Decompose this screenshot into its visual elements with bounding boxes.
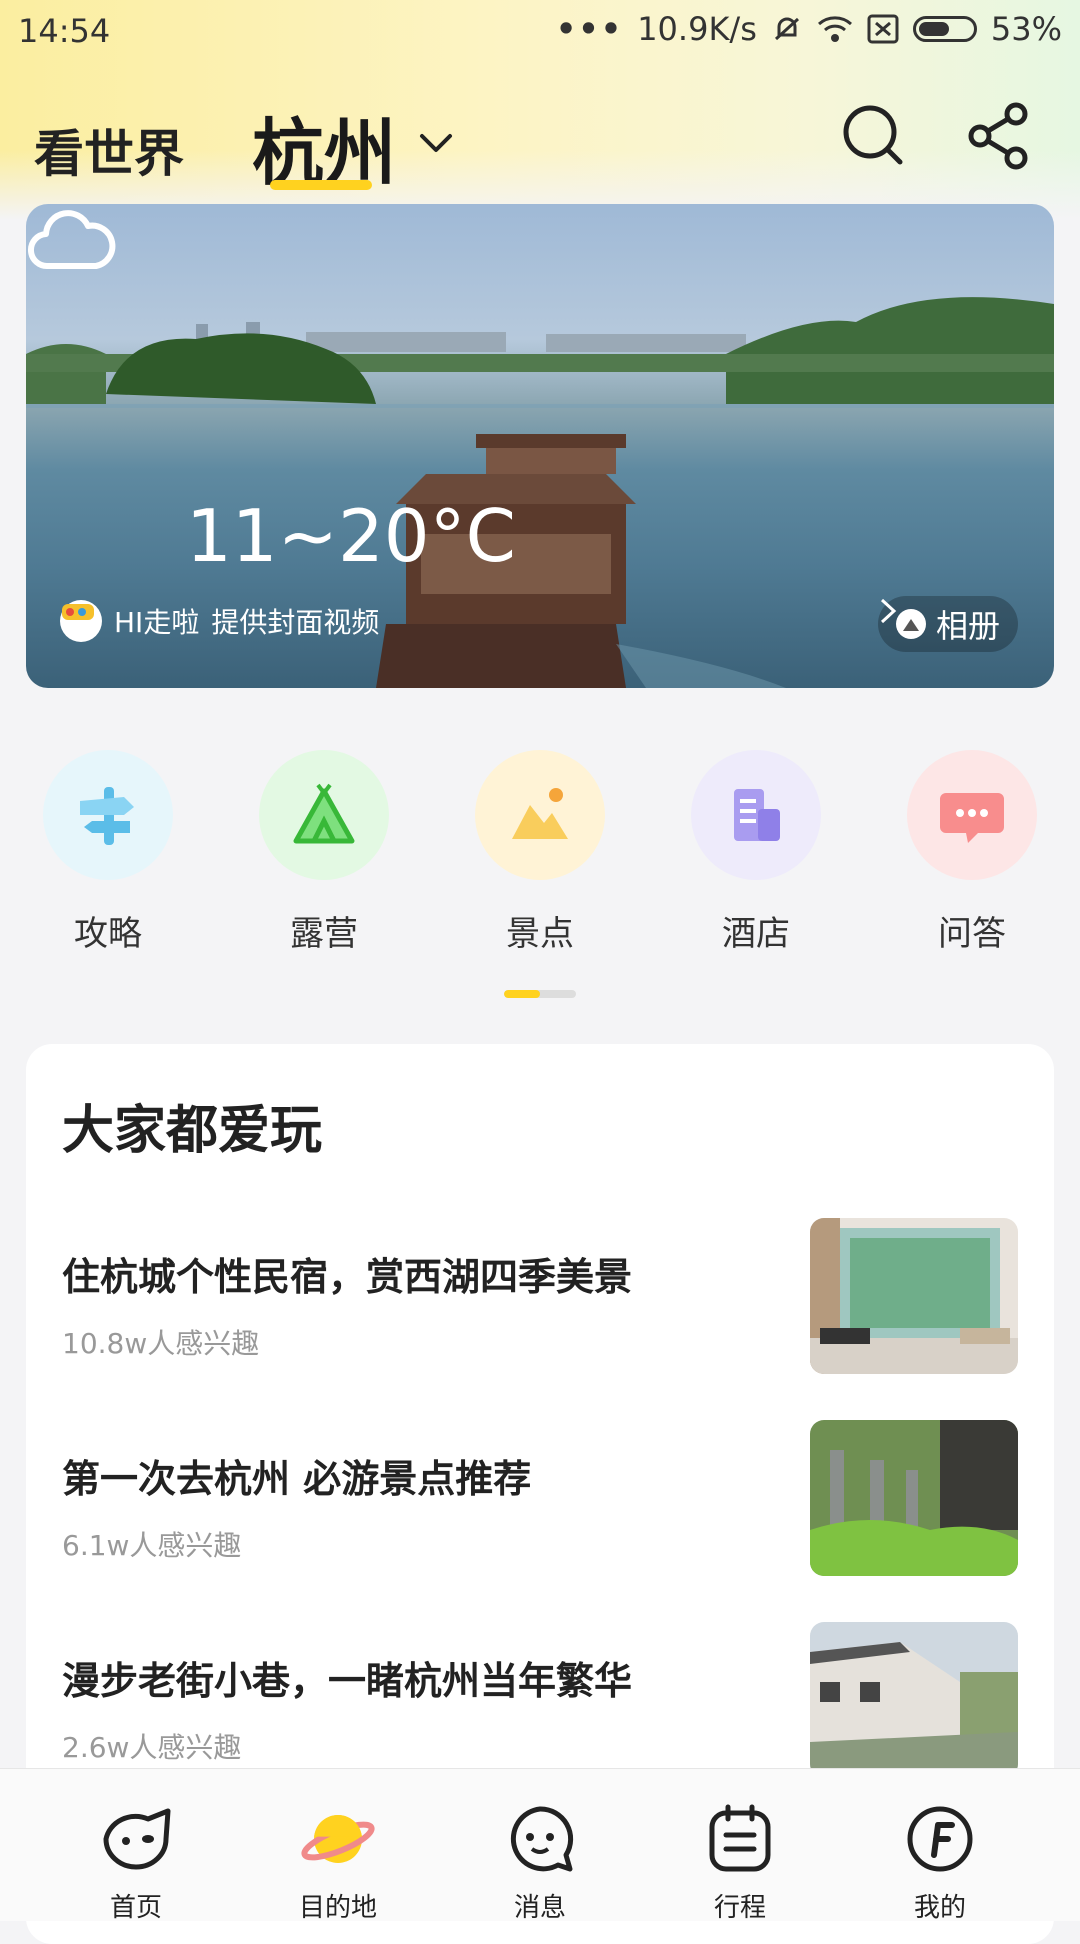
header: 看世界 杭州 xyxy=(0,90,1080,200)
tent-icon xyxy=(259,750,389,880)
hero-banner[interactable]: 11~20°C HI走啦 提供封面视频 相册 xyxy=(26,204,1054,688)
nav-label: 首页 xyxy=(109,1893,162,1923)
temperature: 11~20°C xyxy=(186,494,516,578)
list-item[interactable]: 漫步老街小巷，一睹杭州当年繁华 2.6w人感兴趣 xyxy=(62,1622,1018,1782)
creator-avatar xyxy=(60,600,102,642)
pig-icon xyxy=(103,1808,171,1870)
tab-world[interactable]: 看世界 xyxy=(34,114,184,186)
sim-icon xyxy=(867,14,899,44)
category-label: 酒店 xyxy=(722,914,790,954)
creator-logo-icon xyxy=(62,604,94,620)
item-subtitle: 2.6w人感兴趣 xyxy=(62,1731,242,1764)
item-title: 漫步老街小巷，一睹杭州当年繁华 xyxy=(62,1659,633,1703)
chevron-right-icon xyxy=(880,598,897,624)
category-label: 问答 xyxy=(938,914,1006,954)
category-attractions[interactable]: 景点 xyxy=(465,750,615,955)
mountain-photo-icon xyxy=(895,609,926,639)
list-item[interactable]: 住杭城个性民宿，赏西湖四季美景 10.8w人感兴趣 xyxy=(62,1218,1018,1378)
status-time: 14:54 xyxy=(18,12,111,50)
nav-destination[interactable]: 目的地 xyxy=(258,1769,418,1923)
signpost-icon xyxy=(43,750,173,880)
status-bar: 14:54 ••• 10.9K/s 53% xyxy=(0,0,1080,62)
mute-bell-icon xyxy=(774,17,799,41)
category-label: 景点 xyxy=(506,914,574,954)
share-icon[interactable] xyxy=(964,100,1034,170)
nav-label: 消息 xyxy=(513,1893,566,1923)
profile-f-icon xyxy=(907,1806,973,1872)
item-title: 第一次去杭州 必游景点推荐 xyxy=(62,1457,532,1501)
nav-home[interactable]: 首页 xyxy=(56,1769,216,1923)
category-camping[interactable]: 露营 xyxy=(249,750,399,955)
category-row: 攻略 露营 景点 酒店 问答 xyxy=(0,750,1080,954)
nav-label: 我的 xyxy=(913,1893,966,1923)
nav-itinerary[interactable]: 行程 xyxy=(660,1769,820,1923)
mountain-icon xyxy=(475,750,605,880)
item-subtitle: 6.1w人感兴趣 xyxy=(62,1529,242,1562)
video-credit: HI走啦 提供封面视频 xyxy=(60,600,379,642)
nav-label: 行程 xyxy=(713,1893,766,1923)
wifi-icon xyxy=(817,16,852,42)
battery-percent: 53% xyxy=(990,10,1062,48)
battery-icon xyxy=(912,16,977,42)
calendar-icon xyxy=(709,1804,771,1872)
popular-title: 大家都爱玩 xyxy=(62,1101,323,1161)
cloudy-weather-icon xyxy=(28,210,116,270)
category-qa[interactable]: 问答 xyxy=(897,750,1047,955)
search-icon[interactable] xyxy=(838,100,908,170)
credit-text: 提供封面视频 xyxy=(211,606,380,639)
item-title: 住杭城个性民宿，赏西湖四季美景 xyxy=(62,1255,633,1299)
planet-icon xyxy=(301,1815,375,1863)
network-speed: 10.9K/s xyxy=(637,10,757,48)
message-icon xyxy=(510,1806,574,1872)
pagoda-thumbnail xyxy=(810,1420,1018,1576)
nav-messages[interactable]: 消息 xyxy=(460,1769,620,1923)
creator-name: HI走啦 xyxy=(114,606,200,639)
album-button[interactable]: 相册 xyxy=(877,596,1018,652)
chevron-down-icon[interactable] xyxy=(414,120,458,164)
list-item[interactable]: 第一次去杭州 必游景点推荐 6.1w人感兴趣 xyxy=(62,1420,1018,1580)
nav-profile[interactable]: 我的 xyxy=(860,1769,1020,1923)
item-subtitle: 10.8w人感兴趣 xyxy=(62,1327,260,1360)
category-page-indicator xyxy=(504,990,576,998)
category-hotel[interactable]: 酒店 xyxy=(681,750,831,955)
category-label: 露营 xyxy=(290,914,358,954)
homestay-thumbnail xyxy=(810,1218,1018,1374)
status-right: ••• 10.9K/s 53% xyxy=(556,10,1062,48)
bottom-nav: 首页 目的地 消息 行程 我的 xyxy=(0,1768,1080,1923)
category-guide[interactable]: 攻略 xyxy=(33,750,183,955)
active-tab-indicator xyxy=(270,180,372,190)
nav-label: 目的地 xyxy=(298,1893,377,1923)
category-label: 攻略 xyxy=(74,914,142,954)
album-label: 相册 xyxy=(935,607,1000,645)
old-street-thumbnail xyxy=(810,1622,1018,1778)
more-notifications-icon: ••• xyxy=(555,10,624,48)
hotel-icon xyxy=(691,750,821,880)
chat-icon xyxy=(907,750,1037,880)
